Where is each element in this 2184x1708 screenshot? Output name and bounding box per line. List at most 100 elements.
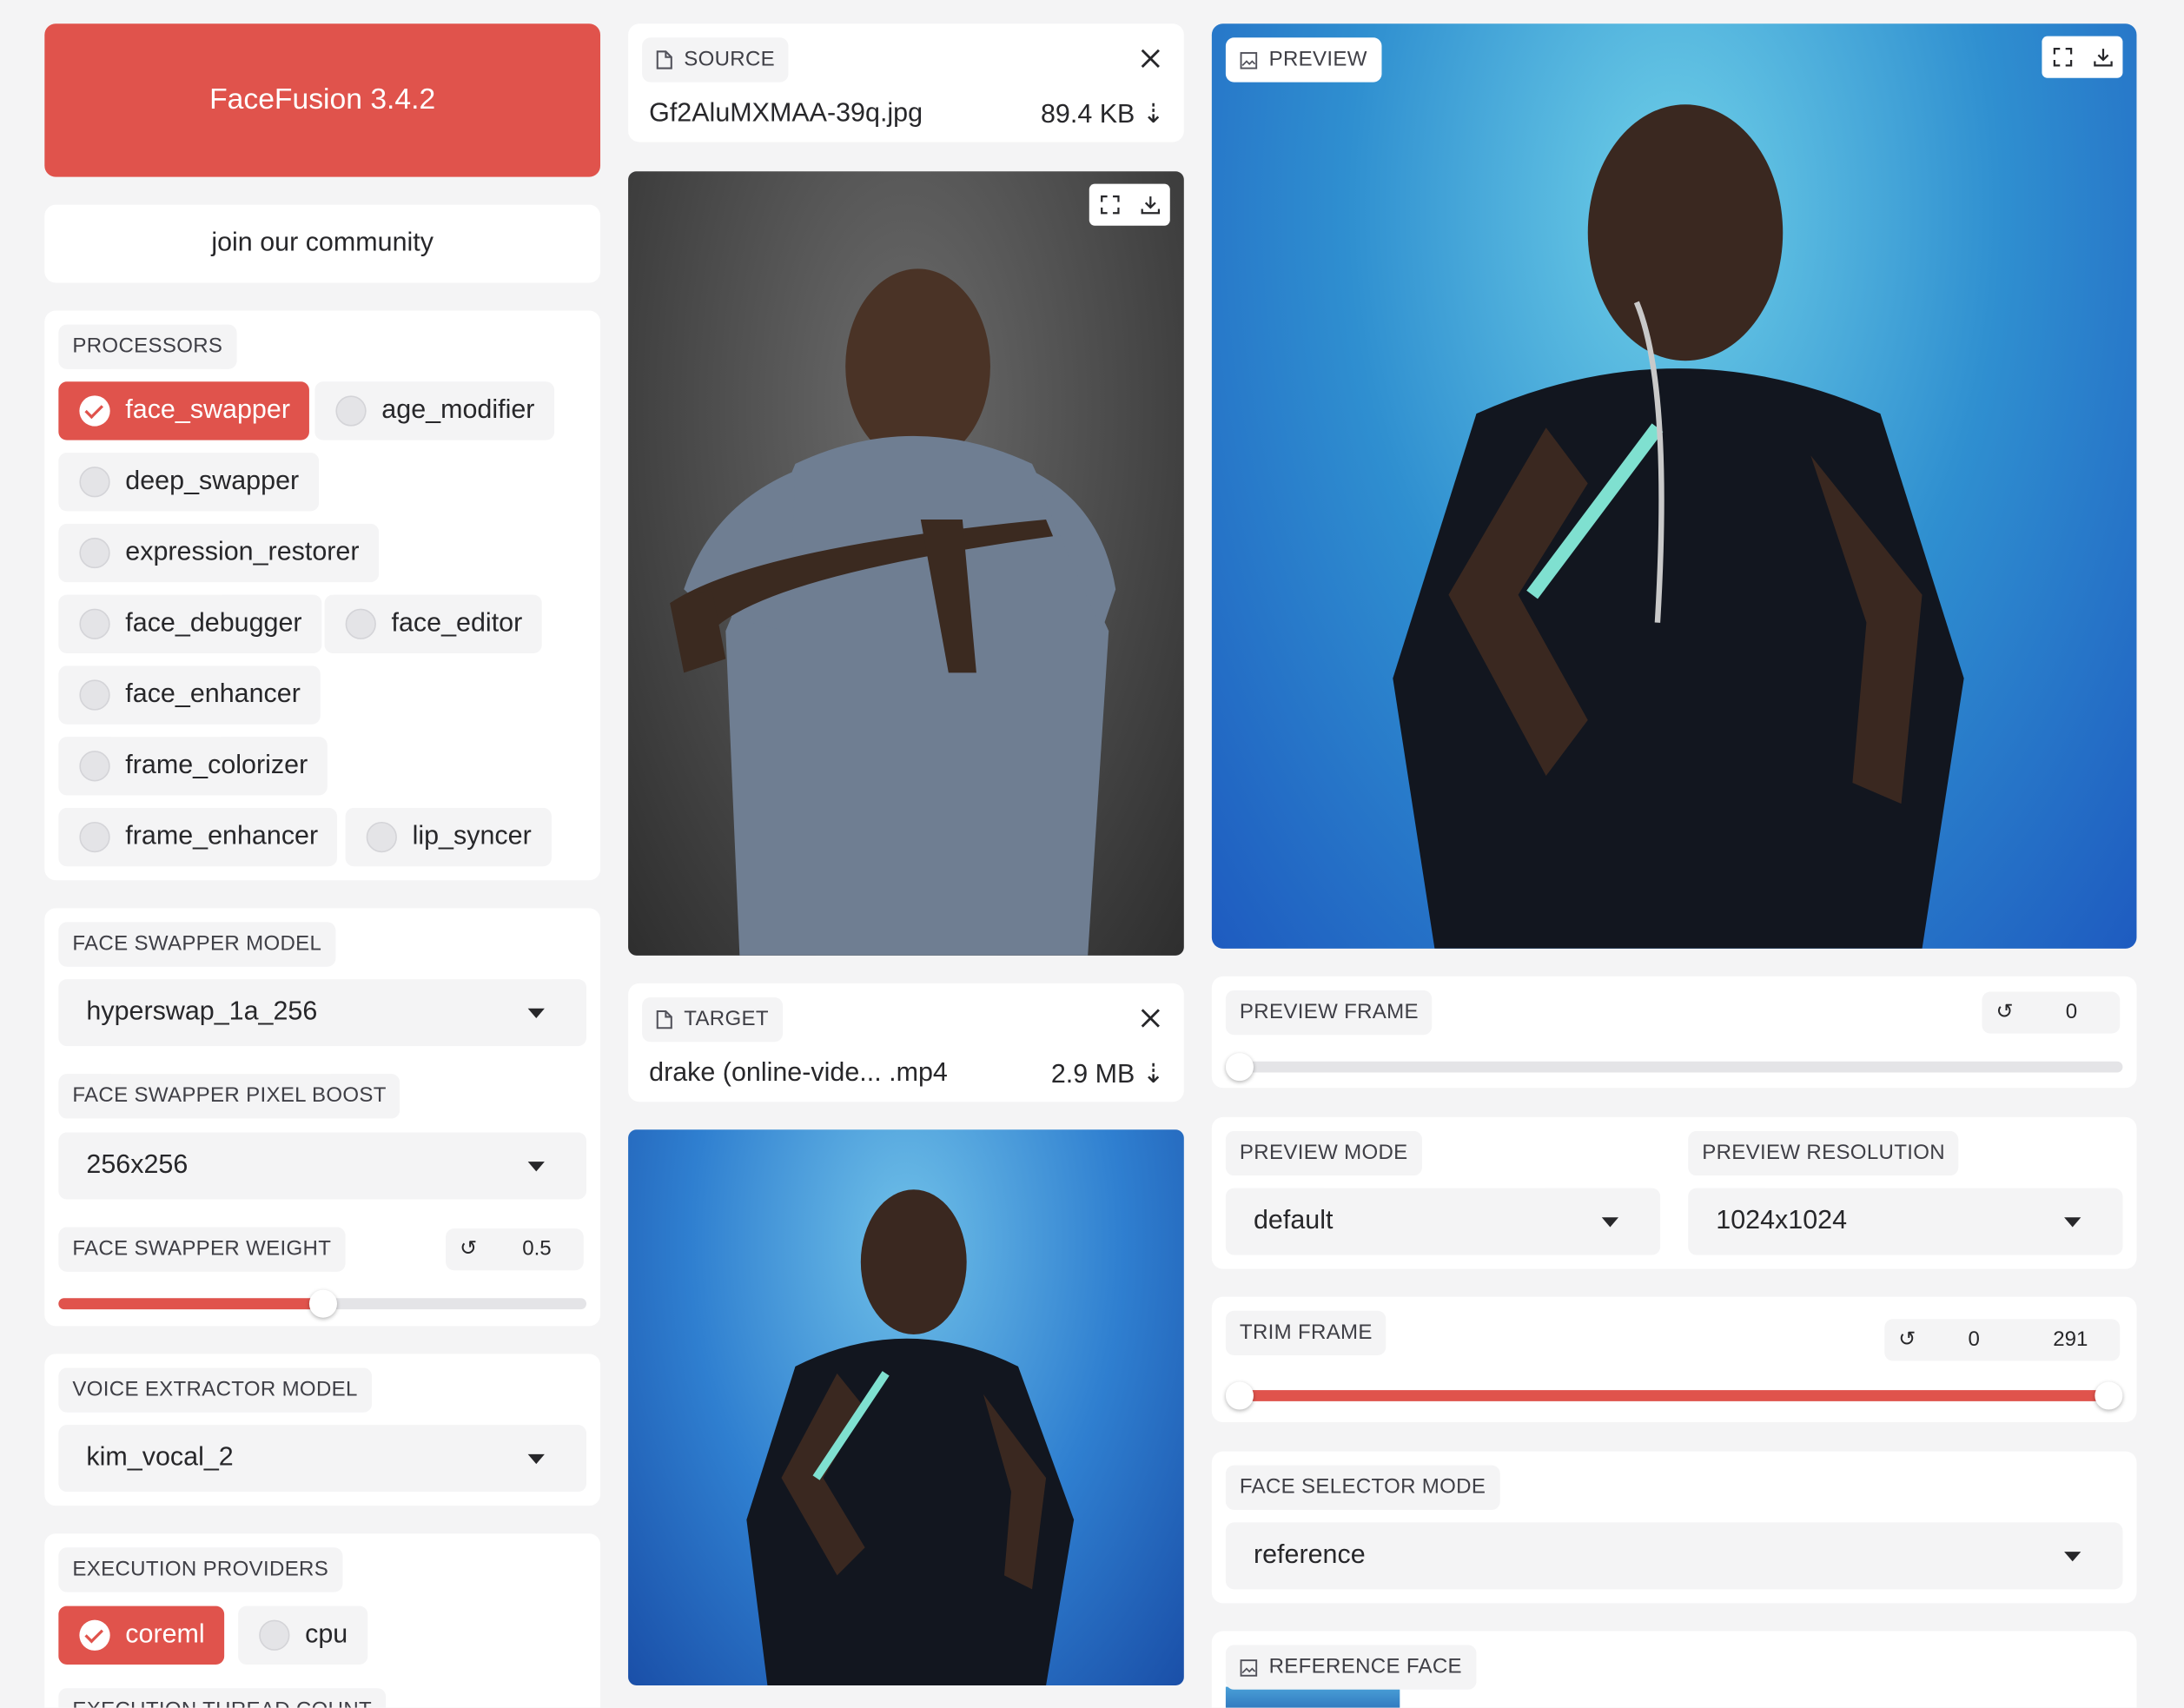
preview-frame-label: PREVIEW FRAME — [1225, 990, 1433, 1036]
face-swapper-model-dropdown[interactable]: hyperswap_1a_256 — [58, 979, 586, 1047]
processor-age-modifier[interactable]: age_modifier — [314, 381, 554, 440]
processor-expression-restorer[interactable]: expression_restorer — [58, 523, 379, 583]
preview-label: PREVIEW — [1225, 37, 1381, 83]
processor-lip-syncer[interactable]: lip_syncer — [345, 807, 552, 867]
target-frame — [746, 1189, 1075, 1685]
processor-face-editor[interactable]: face_editor — [324, 594, 542, 653]
processors-label: PROCESSORS — [58, 324, 237, 369]
dropdown-value: kim_vocal_2 — [86, 1443, 234, 1473]
checkbox-unchecked — [79, 679, 110, 711]
processor-frame-enhancer[interactable]: frame_enhancer — [58, 807, 338, 867]
fullscreen-icon[interactable] — [1100, 195, 1119, 215]
target-file-row[interactable]: drake (online-vide... .mp4 2.9 MB ⇣ — [649, 1059, 1164, 1089]
trim-frame-start[interactable]: 0 — [1968, 1319, 1979, 1360]
community-link-label: join our community — [211, 228, 433, 258]
checkbox-unchecked — [366, 821, 397, 853]
caret-down-icon — [2064, 1552, 2081, 1562]
trim-frame-slider[interactable] — [1225, 1381, 2123, 1410]
face-swapper-weight-value[interactable]: 0.5 — [522, 1228, 551, 1270]
trim-frame-label: TRIM FRAME — [1225, 1310, 1387, 1356]
target-label: TARGET — [642, 996, 783, 1043]
processor-label: face_swapper — [125, 395, 290, 426]
facefusion-app: FaceFusion 3.4.2 join our community PROC… — [0, 0, 2184, 1708]
checkbox-unchecked — [79, 608, 110, 639]
preview-frame-panel: PREVIEW FRAME ↺ 0 — [1211, 976, 2137, 1089]
dropdown-value: default — [1253, 1206, 1334, 1236]
processor-label: face_editor — [391, 608, 523, 639]
reference-face-panel: REFERENCE FACE — [1211, 1631, 2137, 1708]
slider-fill — [58, 1298, 323, 1310]
slider-handle-end[interactable] — [2095, 1381, 2123, 1410]
caret-down-icon — [527, 1162, 545, 1172]
preview-frame-slider[interactable] — [1225, 1053, 2123, 1082]
face-swapper-weight-slider[interactable] — [58, 1289, 586, 1318]
execution-thread-count-label: EXECUTION THREAD COUNT — [58, 1688, 387, 1708]
caret-down-icon — [527, 1453, 545, 1465]
reference-face-label: REFERENCE FACE — [1225, 1645, 1476, 1690]
target-filesize[interactable]: 2.9 MB ⇣ — [1051, 1059, 1164, 1091]
community-link[interactable]: join our community — [44, 204, 601, 283]
provider-label: cpu — [305, 1619, 348, 1650]
processors-panel: PROCESSORS face_swapper age_modifier dee… — [44, 310, 601, 881]
processor-label: frame_colorizer — [125, 751, 308, 780]
target-video[interactable] — [628, 1129, 1184, 1685]
voice-extractor-model-label: VOICE EXTRACTOR MODEL — [58, 1367, 372, 1413]
reference-face-thumbnail[interactable] — [1225, 1686, 1400, 1708]
source-filesize[interactable]: 89.4 KB ⇣ — [1041, 99, 1164, 131]
voice-extractor-model-dropdown[interactable]: kim_vocal_2 — [58, 1425, 586, 1493]
target-label-text: TARGET — [684, 1007, 769, 1031]
preview-mode-dropdown[interactable]: default — [1225, 1188, 1661, 1255]
processor-label: frame_enhancer — [125, 821, 319, 851]
title-banner: FaceFusion 3.4.2 — [44, 23, 601, 177]
provider-coreml[interactable]: coreml — [58, 1605, 225, 1665]
reset-icon[interactable]: ↺ — [1898, 1319, 1916, 1360]
preview-label-text: PREVIEW — [1268, 47, 1367, 71]
slider-handle-start[interactable] — [1225, 1381, 1254, 1410]
processor-face-enhancer[interactable]: face_enhancer — [58, 665, 321, 725]
face-selector-mode-dropdown[interactable]: reference — [1225, 1522, 2123, 1590]
face-swapper-model-label: FACE SWAPPER MODEL — [58, 922, 336, 967]
close-icon[interactable] — [1139, 1007, 1161, 1029]
reset-icon[interactable]: ↺ — [460, 1228, 477, 1270]
processor-face-debugger[interactable]: face_debugger — [58, 594, 322, 653]
fullscreen-icon[interactable] — [2052, 47, 2072, 67]
close-icon[interactable] — [1139, 48, 1161, 70]
reference-face-label-text: REFERENCE FACE — [1268, 1654, 1462, 1678]
preview-resolution-label: PREVIEW RESOLUTION — [1688, 1130, 1959, 1176]
execution-panel: EXECUTION PROVIDERS coreml cpu EXECUTION… — [44, 1533, 601, 1708]
slider-fill — [1239, 1390, 2109, 1401]
download-icon[interactable] — [1140, 195, 1160, 215]
app-title: FaceFusion 3.4.2 — [209, 83, 436, 116]
preview-frame-value[interactable]: 0 — [2066, 992, 2077, 1034]
preview-resolution-dropdown[interactable]: 1024x1024 — [1688, 1188, 2123, 1255]
slider-handle[interactable] — [1225, 1053, 1254, 1082]
provider-cpu[interactable]: cpu — [238, 1605, 367, 1665]
processor-label: face_debugger — [125, 608, 302, 639]
face-swapper-pixel-boost-dropdown[interactable]: 256x256 — [58, 1132, 586, 1200]
processor-frame-colorizer[interactable]: frame_colorizer — [58, 737, 328, 796]
processor-face-swapper[interactable]: face_swapper — [58, 381, 310, 440]
download-icon[interactable] — [2093, 48, 2112, 67]
source-file-row[interactable]: Gf2AluMXMAA-39q.jpg 89.4 KB ⇣ — [649, 99, 1164, 129]
face-swapper-pixel-boost-label: FACE SWAPPER PIXEL BOOST — [58, 1074, 400, 1119]
checkbox-unchecked — [79, 537, 110, 569]
trim-frame-end[interactable]: 291 — [2053, 1319, 2088, 1360]
preview-mode-label: PREVIEW MODE — [1225, 1130, 1422, 1176]
reset-icon[interactable]: ↺ — [1996, 992, 2014, 1034]
checkbox-unchecked — [79, 751, 110, 782]
checkbox-unchecked — [79, 467, 110, 498]
processor-label: expression_restorer — [125, 537, 360, 567]
source-label-text: SOURCE — [684, 47, 776, 71]
checkbox-unchecked — [335, 395, 367, 427]
execution-providers-label: EXECUTION PROVIDERS — [58, 1547, 343, 1592]
face-swapper-panel: FACE SWAPPER MODEL hyperswap_1a_256 FACE… — [44, 908, 601, 1327]
slider-handle[interactable] — [308, 1289, 337, 1318]
caret-down-icon — [527, 1008, 545, 1019]
dropdown-value: reference — [1253, 1540, 1366, 1570]
processor-deep-swapper[interactable]: deep_swapper — [58, 453, 319, 512]
dropdown-value: 256x256 — [86, 1150, 189, 1180]
file-icon — [656, 50, 672, 70]
face-selector-panel: FACE SELECTOR MODE reference — [1211, 1451, 2137, 1604]
image-icon — [1240, 51, 1258, 69]
processor-label: face_enhancer — [125, 679, 301, 710]
